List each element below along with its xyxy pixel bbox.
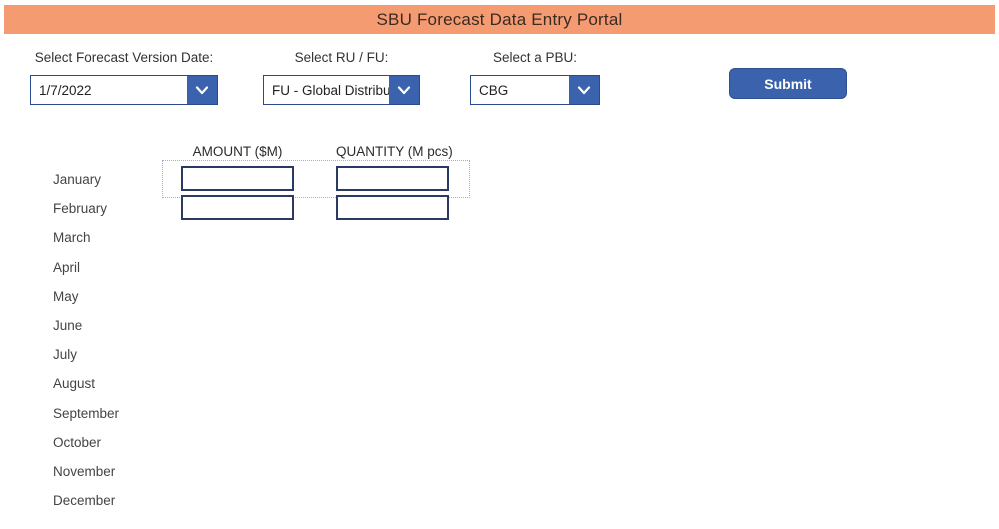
grid-row: March	[0, 228, 999, 257]
grid-row: December	[0, 491, 999, 520]
month-label-march: March	[53, 230, 91, 246]
grid-row: May	[0, 287, 999, 316]
quantity-input-february[interactable]	[336, 195, 449, 221]
month-label-june: June	[53, 318, 83, 333]
month-label-december: December	[53, 493, 116, 509]
forecast-version-dropdown[interactable]: 1/7/2022	[30, 75, 218, 105]
ru-fu-field: Select RU / FU: FU - Global Distribution	[263, 50, 420, 105]
ru-fu-dropdown[interactable]: FU - Global Distribution	[263, 75, 420, 105]
ru-fu-label: Select RU / FU:	[294, 50, 389, 65]
column-header-amount: AMOUNT ($M)	[192, 144, 283, 159]
grid-row: November	[0, 462, 999, 491]
submit-button[interactable]: Submit	[729, 68, 847, 99]
forecast-version-value: 1/7/2022	[39, 82, 92, 98]
grid-row: July	[0, 345, 999, 374]
month-label-july: July	[53, 347, 78, 363]
forecast-version-field: Select Forecast Version Date: 1/7/2022	[30, 50, 218, 105]
column-header-quantity: QUANTITY (M pcs)	[336, 144, 453, 159]
grid-row: October	[0, 433, 999, 462]
pbu-value: CBG	[479, 82, 509, 98]
pbu-label: Select a PBU:	[492, 50, 578, 65]
month-label-may: May	[53, 288, 79, 304]
grid-row: June	[0, 316, 999, 345]
month-label-february: February	[53, 201, 108, 217]
month-label-august: August	[53, 376, 96, 392]
month-label-october: October	[53, 434, 102, 450]
forecast-grid: AMOUNT ($M) QUANTITY (M pcs) January Febr…	[0, 140, 999, 529]
chevron-down-icon[interactable]	[389, 76, 419, 104]
grid-row: August	[0, 374, 999, 403]
amount-input-january[interactable]	[181, 166, 294, 191]
app-header: SBU Forecast Data Entry Portal	[4, 5, 995, 34]
quantity-input-january[interactable]	[336, 166, 449, 191]
month-label-january: January	[53, 172, 102, 187]
month-label-april: April	[53, 259, 81, 275]
grid-row: April	[0, 258, 999, 287]
grid-row: February	[0, 195, 999, 228]
grid-row: September	[0, 404, 999, 433]
grid-row: January	[0, 166, 999, 199]
pbu-field: Select a PBU: CBG	[470, 50, 600, 105]
month-label-september: September	[53, 405, 120, 421]
forecast-version-label: Select Forecast Version Date:	[34, 50, 214, 65]
pbu-dropdown[interactable]: CBG	[470, 75, 600, 105]
amount-input-february[interactable]	[181, 195, 294, 221]
chevron-down-icon[interactable]	[569, 76, 599, 104]
page-title: SBU Forecast Data Entry Portal	[376, 9, 623, 29]
month-label-november: November	[53, 464, 116, 479]
chevron-down-icon[interactable]	[187, 76, 217, 104]
